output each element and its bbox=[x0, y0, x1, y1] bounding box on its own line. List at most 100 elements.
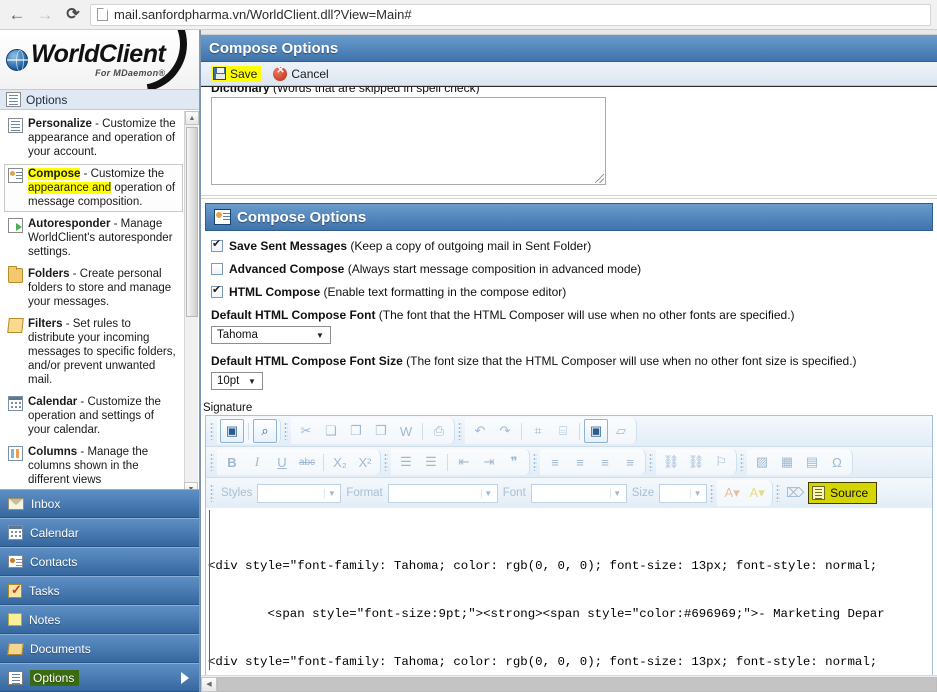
image-icon[interactable]: ▨ bbox=[750, 450, 774, 474]
link-icon[interactable]: ⛓ bbox=[659, 450, 683, 474]
toolbar-grip[interactable] bbox=[210, 453, 214, 471]
size-select[interactable]: ▼ bbox=[659, 483, 708, 503]
option-html-compose[interactable]: HTML Compose (Enable text formatting in … bbox=[211, 284, 927, 299]
reload-icon[interactable]: ⟳ bbox=[62, 4, 84, 26]
blockquote-icon[interactable]: ❞ bbox=[502, 450, 526, 474]
dictionary-textarea[interactable] bbox=[211, 97, 606, 185]
underline-icon[interactable]: U bbox=[270, 450, 294, 474]
size-label: Size bbox=[631, 487, 655, 499]
sidebar-nav-options[interactable]: Options bbox=[0, 663, 199, 692]
subscript-icon[interactable]: X₂ bbox=[328, 450, 352, 474]
scrollbar-thumb[interactable] bbox=[217, 676, 937, 692]
align-left-icon[interactable]: ≡ bbox=[543, 450, 567, 474]
unlink-icon[interactable]: ⛓ bbox=[684, 450, 708, 474]
scroll-up-arrow-icon[interactable]: ▲ bbox=[185, 111, 199, 125]
strikethrough-icon[interactable]: abc bbox=[295, 450, 319, 474]
sidebar-item-filters[interactable]: Filters - Set rules to distribute your i… bbox=[4, 314, 183, 390]
option-advanced-compose[interactable]: Advanced Compose (Always start message c… bbox=[211, 262, 927, 276]
sidebar-nav-notes[interactable]: Notes bbox=[0, 605, 199, 634]
option-save-sent-messages[interactable]: Save Sent Messages (Keep a copy of outgo… bbox=[211, 238, 927, 253]
nav-label: Tasks bbox=[29, 583, 60, 598]
replace-icon[interactable]: ⌸ bbox=[551, 419, 575, 443]
horizontal-rule-icon[interactable]: ▤ bbox=[800, 450, 824, 474]
horizontal-scrollbar[interactable]: ◀ bbox=[201, 675, 937, 692]
sidebar-item-calendar[interactable]: Calendar - Customize the operation and s… bbox=[4, 392, 183, 440]
save-button[interactable]: Save bbox=[211, 65, 262, 82]
sidebar-nav-contacts[interactable]: Contacts bbox=[0, 547, 199, 576]
address-bar[interactable]: mail.sanfordpharma.vn/WorldClient.dll?Vi… bbox=[90, 3, 931, 26]
sidebar-item-folders[interactable]: Folders - Create personal folders to sto… bbox=[4, 264, 183, 312]
sidebar-nav-inbox[interactable]: Inbox bbox=[0, 489, 199, 518]
toolbar-grip[interactable] bbox=[210, 422, 214, 440]
sidebar-nav-documents[interactable]: Documents bbox=[0, 634, 199, 663]
cancel-button[interactable]: Cancel bbox=[273, 65, 329, 81]
maximize-icon[interactable]: ▣ bbox=[220, 419, 244, 443]
sidebar-item-personalize[interactable]: Personalize - Customize the appearance a… bbox=[4, 114, 183, 162]
paste-plain-text-icon[interactable]: ❒ bbox=[369, 419, 393, 443]
styles-select[interactable]: ▼ bbox=[257, 483, 342, 503]
sidebar-item-autoresponder[interactable]: Autoresponder - Manage WorldClient's aut… bbox=[4, 214, 183, 262]
forward-arrow-icon[interactable]: → bbox=[34, 4, 56, 26]
superscript-icon[interactable]: X² bbox=[353, 450, 377, 474]
toolbar-separator bbox=[521, 422, 522, 440]
editor-toolbar-row-3: Styles ▼ Format ▼ Font ▼ Size ▼ A▾ A▾ ⌦ bbox=[206, 478, 932, 508]
toolbar-grip[interactable] bbox=[740, 453, 744, 471]
increase-indent-icon[interactable]: ⇥ bbox=[477, 450, 501, 474]
select-all-icon[interactable]: ▣ bbox=[584, 419, 608, 443]
back-arrow-icon[interactable]: ← bbox=[6, 4, 28, 26]
html-source-textarea[interactable]: <div style="font-family: Tahoma; color: … bbox=[206, 508, 932, 680]
toolbar-grip[interactable] bbox=[710, 484, 715, 502]
toolbar-grip[interactable] bbox=[284, 422, 288, 440]
scrollbar-thumb[interactable] bbox=[186, 127, 198, 317]
copy-icon[interactable]: ❏ bbox=[319, 419, 343, 443]
anchor-icon[interactable]: ⚐ bbox=[709, 450, 733, 474]
checkbox[interactable] bbox=[211, 263, 223, 275]
bulleted-list-icon[interactable]: ☰ bbox=[419, 450, 443, 474]
sidebar-item-compose[interactable]: Compose - Customize the appearance and o… bbox=[4, 164, 183, 212]
spellcheck-icon[interactable]: ⌦ bbox=[783, 481, 807, 505]
redo-icon[interactable]: ↷ bbox=[493, 419, 517, 443]
sidebar-scrollbar[interactable]: ▲ ▼ bbox=[184, 111, 199, 496]
find-icon[interactable]: ⌗ bbox=[526, 419, 550, 443]
checkbox[interactable] bbox=[211, 284, 223, 298]
undo-icon[interactable]: ↶ bbox=[468, 419, 492, 443]
cancel-label: Cancel bbox=[291, 66, 329, 81]
toolbar-grip[interactable] bbox=[533, 453, 537, 471]
numbered-list-icon[interactable]: ☰ bbox=[394, 450, 418, 474]
text-color-icon[interactable]: A▾ bbox=[720, 481, 744, 505]
scroll-left-arrow-icon[interactable]: ◀ bbox=[201, 676, 217, 692]
toolbar-grip[interactable] bbox=[649, 453, 653, 471]
paste-icon[interactable]: ❐ bbox=[344, 419, 368, 443]
divider bbox=[201, 195, 937, 196]
table-icon[interactable]: ▦ bbox=[775, 450, 799, 474]
sidebar-nav-tasks[interactable]: Tasks bbox=[0, 576, 199, 605]
justify-icon[interactable]: ≡ bbox=[618, 450, 642, 474]
source-button[interactable]: Source bbox=[808, 482, 878, 504]
toolbar-grip[interactable] bbox=[776, 484, 781, 502]
special-character-icon[interactable]: Ω bbox=[825, 450, 849, 474]
sidebar-item-columns[interactable]: Columns - Manage the columns shown in th… bbox=[4, 442, 183, 489]
toolbar-grip[interactable] bbox=[458, 422, 462, 440]
chevron-down-icon: ▼ bbox=[690, 488, 704, 498]
font-select[interactable]: ▼ bbox=[530, 483, 627, 503]
italic-icon[interactable]: I bbox=[245, 450, 269, 474]
align-right-icon[interactable]: ≡ bbox=[593, 450, 617, 474]
align-center-icon[interactable]: ≡ bbox=[568, 450, 592, 474]
checkbox[interactable] bbox=[211, 238, 223, 252]
bold-icon[interactable]: B bbox=[220, 450, 244, 474]
decrease-indent-icon[interactable]: ⇤ bbox=[452, 450, 476, 474]
paste-from-word-icon[interactable]: W bbox=[394, 419, 418, 443]
cut-icon[interactable]: ✂ bbox=[294, 419, 318, 443]
background-color-icon[interactable]: A▾ bbox=[745, 481, 769, 505]
sidebar-nav-calendar[interactable]: Calendar bbox=[0, 518, 199, 547]
sidebar: WorldClient For MDaemon® Options Persona… bbox=[0, 30, 200, 692]
print-icon[interactable]: ⎙ bbox=[427, 419, 451, 443]
default-font-select[interactable]: Tahoma ▼ bbox=[211, 326, 331, 344]
format-select[interactable]: ▼ bbox=[387, 483, 498, 503]
toolbar-grip[interactable] bbox=[384, 453, 388, 471]
preview-icon[interactable]: ⌕ bbox=[253, 419, 277, 443]
remove-format-icon[interactable]: ▱ bbox=[609, 419, 633, 443]
sidebar-item-title: Autoresponder bbox=[28, 218, 111, 230]
default-font-size-select[interactable]: 10pt ▼ bbox=[211, 372, 263, 390]
toolbar-grip[interactable] bbox=[210, 484, 214, 502]
